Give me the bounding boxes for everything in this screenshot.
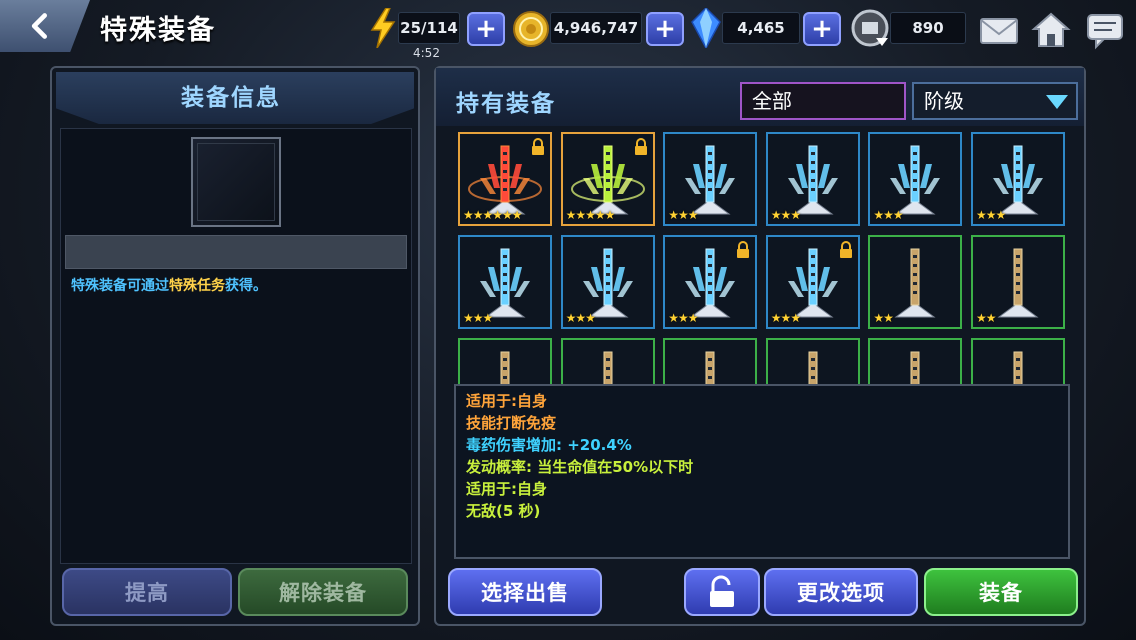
unlock-icon xyxy=(710,575,734,607)
page-title: 特殊装备 xyxy=(100,15,216,46)
change-options-button[interactable]: 更改选项 xyxy=(764,568,918,616)
chevron-left-icon xyxy=(31,13,48,39)
equipment-info-body: 特殊装备可通过特殊任务获得。 xyxy=(60,128,412,564)
item-stars: ★★★ xyxy=(668,208,698,222)
ticket-icon xyxy=(851,9,889,47)
item-stars: ★★★ xyxy=(770,311,801,325)
hint-suffix: 获得。 xyxy=(225,278,267,294)
upgrade-button[interactable]: 提高 xyxy=(62,568,232,616)
acquire-hint: 特殊装备可通过特殊任务获得。 xyxy=(71,275,267,295)
owned-equipment-title: 持有装备 xyxy=(456,91,556,117)
equipment-item[interactable]: ★★★ xyxy=(868,132,963,226)
equipment-slot[interactable] xyxy=(191,137,281,227)
sort-dropdown[interactable]: 阶级 xyxy=(912,82,1078,120)
equipment-item[interactable]: ★★★ xyxy=(765,132,860,226)
gold-value: 4,946,747 xyxy=(553,19,639,37)
item-stars: ★★★ xyxy=(770,208,801,222)
equipment-item[interactable] xyxy=(971,338,1065,384)
ticket-counter: 890 xyxy=(890,12,966,44)
lock-icon xyxy=(839,241,852,258)
add-gold-button[interactable]: + xyxy=(646,12,684,46)
chat-icon[interactable] xyxy=(1084,10,1126,50)
crystal-value: 4,465 xyxy=(737,19,785,37)
equipment-item[interactable] xyxy=(458,338,552,384)
equipment-item[interactable]: ★★★★★★ xyxy=(458,132,552,226)
description-line: 毒药伤害增加: +20.4% xyxy=(466,436,632,454)
equipment-item[interactable]: ★★ xyxy=(868,235,963,329)
item-stars: ★★ xyxy=(873,311,893,325)
item-stars: ★★★ xyxy=(873,208,903,222)
equipment-item[interactable]: ★★ xyxy=(971,235,1065,329)
description-line: 技能打断免疫 xyxy=(466,414,557,432)
equip-button[interactable]: 装备 xyxy=(924,568,1078,616)
equipment-item[interactable] xyxy=(560,338,655,384)
home-icon[interactable] xyxy=(1030,10,1072,50)
crystal-icon xyxy=(691,8,721,48)
description-line: 适用于:自身 xyxy=(466,480,547,498)
item-stars: ★★★ xyxy=(668,311,698,325)
equipment-info-title: 装备信息 xyxy=(181,85,281,111)
energy-counter: 25/114 xyxy=(398,12,460,44)
lock-icon xyxy=(737,241,750,258)
add-crystal-button[interactable]: + xyxy=(803,12,841,46)
equipment-grid: ★★★★★★ ★★★★★ ★★★ ★★★ ★★★ ★★★ ★★★ ★★★ ★★★ ★★★ ★★ ★★ xyxy=(456,130,1068,384)
equipment-item[interactable]: ★★★ xyxy=(560,235,655,329)
hint-prefix: 特殊装备可通过 xyxy=(71,278,169,294)
equipment-name-bar xyxy=(65,235,407,269)
select-sell-button[interactable]: 选择出售 xyxy=(448,568,602,616)
filter-all-button[interactable]: 全部 xyxy=(740,82,906,120)
sort-dropdown-value: 阶级 xyxy=(924,89,964,113)
item-stars: ★★★★★ xyxy=(565,208,616,222)
energy-value: 25/114 xyxy=(400,19,458,37)
equipment-item[interactable]: ★★★ xyxy=(663,132,758,226)
energy-timer: 4:52 xyxy=(413,46,440,60)
lightning-icon xyxy=(370,8,396,48)
gold-coin-icon xyxy=(513,11,549,47)
owned-equipment-panel: 持有装备 全部 阶级 ★★★★★★ ★★★★★ ★★★ ★★★ ★★★ ★★★ ★★★ ★★★… xyxy=(434,66,1086,626)
equipment-item[interactable]: ★★★ xyxy=(765,235,860,329)
back-button[interactable] xyxy=(0,0,90,52)
description-line: 发动概率: 当生命值在50%以下时 xyxy=(466,458,694,476)
item-stars: ★★★ xyxy=(976,208,1006,222)
lock-icon xyxy=(634,138,647,155)
crystal-counter: 4,465 xyxy=(722,12,800,44)
top-bar: 特殊装备 25/114 4:52 + 4,946,747 + 4,465 + 8… xyxy=(0,0,1136,62)
item-stars: ★★★★★★ xyxy=(463,208,523,222)
equipment-item[interactable]: ★★★ xyxy=(458,235,552,329)
equipment-item[interactable]: ★★★ xyxy=(971,132,1065,226)
gold-counter: 4,946,747 xyxy=(550,12,642,44)
equipment-item[interactable]: ★★★★★ xyxy=(560,132,655,226)
equipment-item[interactable] xyxy=(868,338,963,384)
chevron-down-icon xyxy=(1046,95,1068,109)
description-line: 适用于:自身 xyxy=(466,392,547,410)
description-line: 无敌(5 秒) xyxy=(466,502,541,520)
item-stars: ★★★ xyxy=(463,311,493,325)
equipment-item[interactable]: ★★★ xyxy=(663,235,758,329)
ticket-value: 890 xyxy=(912,19,944,37)
mail-icon[interactable] xyxy=(978,10,1020,50)
unequip-button[interactable]: 解除装备 xyxy=(238,568,408,616)
lock-icon xyxy=(532,138,544,155)
add-energy-button[interactable]: + xyxy=(467,12,505,46)
equipment-info-panel: 装备信息 特殊装备可通过特殊任务获得。 提高 解除装备 xyxy=(50,66,420,626)
item-stars: ★★★ xyxy=(565,311,596,325)
lock-toggle-button[interactable] xyxy=(684,568,760,616)
equipment-item[interactable] xyxy=(663,338,758,384)
equipment-description: 适用于:自身 技能打断免疫毒药伤害增加: +20.4% 发动概率: 当生命值在50%… xyxy=(454,384,1070,559)
equipment-item[interactable] xyxy=(765,338,860,384)
item-stars: ★★ xyxy=(976,311,996,325)
hint-highlight[interactable]: 特殊任务 xyxy=(169,278,225,294)
